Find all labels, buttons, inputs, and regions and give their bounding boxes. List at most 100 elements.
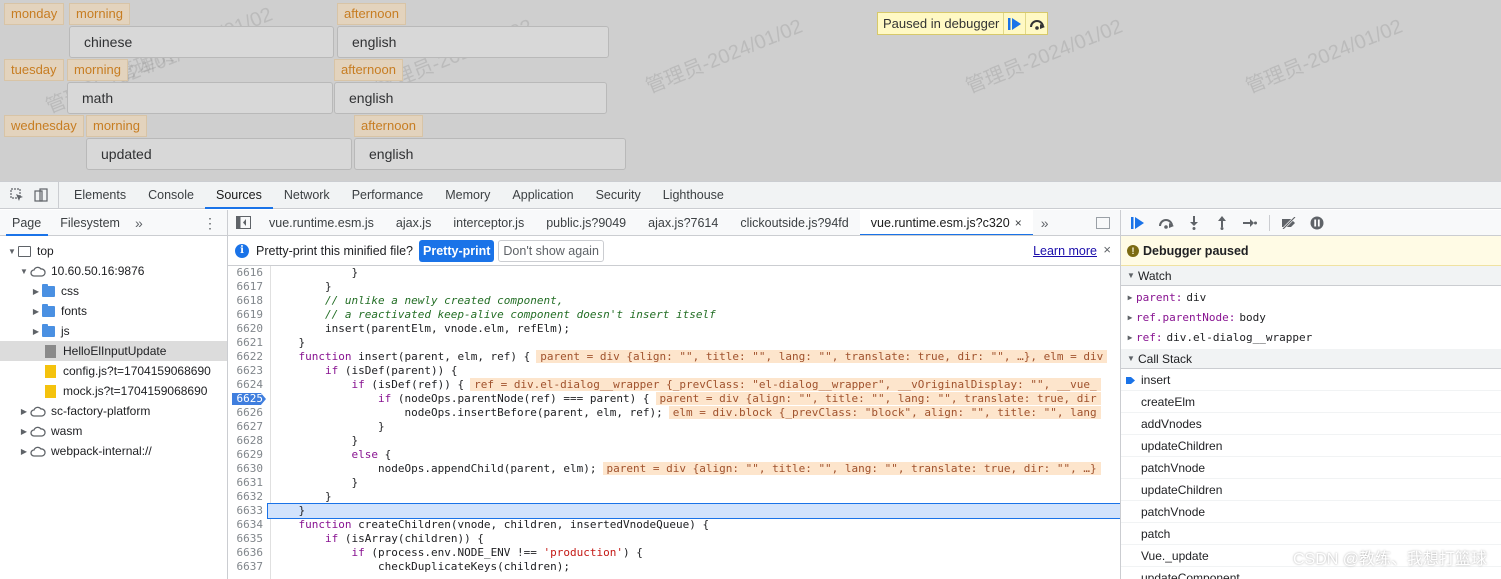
code-line[interactable]: 6627 } [228,420,1120,434]
code-line[interactable]: 6635 if (isArray(children)) { [228,532,1120,546]
line-number[interactable]: 6617 [228,280,268,294]
learn-more-link[interactable]: Learn more [1033,244,1097,258]
file-tab[interactable]: ajax.js [385,210,442,235]
line-number[interactable]: 6628 [228,434,268,448]
file-tab[interactable]: ajax.js?7614 [637,210,729,235]
call-frame[interactable]: addVnodes [1121,413,1501,435]
inspect-element-icon[interactable] [10,188,24,202]
step-over-button[interactable] [1157,214,1175,232]
call-frame[interactable]: updateChildren [1121,479,1501,501]
line-number[interactable]: 6620 [228,322,268,336]
file-tab[interactable]: interceptor.js [442,210,535,235]
line-number[interactable]: 6629 [228,448,268,462]
tree-item-webpack-internal[interactable]: ▶ webpack-internal:// [0,441,227,461]
code-line[interactable]: 6623 if (isDef(parent)) { [228,364,1120,378]
tab-performance[interactable]: Performance [341,182,435,208]
tab-memory[interactable]: Memory [434,182,501,208]
subject-input[interactable]: updated [86,138,352,170]
toggle-navigator-button[interactable] [228,210,258,235]
code-line[interactable]: 6634 function createChildren(vnode, chil… [228,518,1120,532]
tab-security[interactable]: Security [585,182,652,208]
resume-button[interactable] [1129,214,1147,232]
resume-button[interactable] [1003,13,1025,34]
file-tab[interactable]: clickoutside.js?94fd [729,210,859,235]
code-line[interactable]: 6620 insert(parentElm, vnode.elm, refElm… [228,322,1120,336]
line-number[interactable]: 6635 [228,532,268,546]
close-infobar-icon[interactable]: × [1103,242,1111,257]
tree-item-sc-factory-platform[interactable]: ▶ sc-factory-platform [0,401,227,421]
tree-item-css[interactable]: ▶ css [0,281,227,301]
call-frame[interactable]: createElm [1121,391,1501,413]
toggle-debugger-sidebar-icon[interactable] [1096,217,1110,229]
step-into-button[interactable] [1185,214,1203,232]
code-line[interactable]: 6631 } [228,476,1120,490]
tab-elements[interactable]: Elements [63,182,137,208]
line-number[interactable]: 6616 [228,266,268,280]
code-line[interactable]: 6616 } [228,266,1120,280]
tab-lighthouse[interactable]: Lighthouse [652,182,735,208]
step-over-button[interactable] [1025,13,1047,34]
code-line[interactable]: 6632 } [228,490,1120,504]
file-tab[interactable]: vue.runtime.esm.js [258,210,385,235]
tab-console[interactable]: Console [137,182,205,208]
pause-on-exceptions-button[interactable] [1308,214,1326,232]
line-number[interactable]: 6631 [228,476,268,490]
file-tab-active[interactable]: vue.runtime.esm.js?c320 × [859,210,1033,235]
line-number[interactable]: 6621 [228,336,268,350]
subject-input[interactable]: english [354,138,626,170]
code-line[interactable]: 6626 nodeOps.insertBefore(parent, elm, r… [228,406,1120,420]
tab-page[interactable]: Page [0,210,49,236]
subject-input[interactable]: chinese [69,26,334,58]
tree-item-top[interactable]: ▼ top [0,241,227,261]
tree-item-host[interactable]: ▼ 10.60.50.16:9876 [0,261,227,281]
more-file-tabs-button[interactable]: » [1033,210,1057,235]
code-line[interactable]: 6629 else { [228,448,1120,462]
call-frame[interactable]: patchVnode [1121,457,1501,479]
code-line[interactable]: 6630 nodeOps.appendChild(parent, elm); pa… [228,462,1120,476]
code-area[interactable]: 6616 } 6617 } 6618 // unlike a newly creat… [228,266,1120,579]
tree-item-fonts[interactable]: ▶ fonts [0,301,227,321]
line-number[interactable]: 6630 [228,462,268,476]
more-tabs-button[interactable]: » [127,210,151,235]
dont-show-again-button[interactable]: Don't show again [498,239,604,262]
tab-network[interactable]: Network [273,182,341,208]
line-number[interactable]: 6637 [228,560,268,574]
code-line[interactable]: 6622 function insert(parent, elm, ref) {… [228,350,1120,364]
deactivate-breakpoints-button[interactable] [1280,214,1298,232]
code-line[interactable]: 6617 } [228,280,1120,294]
code-line[interactable]: 6618 // unlike a newly created component… [228,294,1120,308]
line-number[interactable]: 6632 [228,490,268,504]
code-line[interactable]: 6621 } [228,336,1120,350]
subject-input[interactable]: english [334,82,607,114]
code-line[interactable]: 6628 } [228,434,1120,448]
call-stack-section-header[interactable]: ▼ Call Stack [1121,349,1501,369]
tree-item-wasm[interactable]: ▶ wasm [0,421,227,441]
line-number[interactable]: 6636 [228,546,268,560]
line-number[interactable]: 6626 [228,406,268,420]
call-frame-current[interactable]: insert [1121,369,1501,391]
code-line[interactable]: 6637 checkDuplicateKeys(children); [228,560,1120,574]
line-number[interactable]: 6618 [228,294,268,308]
watch-section-header[interactable]: ▼ Watch [1121,266,1501,286]
step-out-button[interactable] [1213,214,1231,232]
code-line[interactable]: 6619 // a reactivated keep-alive compone… [228,308,1120,322]
subject-input[interactable]: math [67,82,333,114]
watch-expression[interactable]: ▶ parent: div [1121,287,1501,307]
line-number[interactable]: 6627 [228,420,268,434]
code-line[interactable]: 6636 if (process.env.NODE_ENV !== 'produ… [228,546,1120,560]
tab-sources[interactable]: Sources [204,182,273,209]
call-frame[interactable]: updateChildren [1121,435,1501,457]
line-number[interactable]: 6633 [228,504,268,518]
tree-item-js[interactable]: ▶ js [0,321,227,341]
line-number[interactable]: 6634 [228,518,268,532]
tab-application[interactable]: Application [501,182,584,208]
file-tab[interactable]: public.js?9049 [535,210,637,235]
tree-item-mock-js[interactable]: mock.js?t=1704159068690 [0,381,227,401]
step-button[interactable] [1241,214,1259,232]
subject-input[interactable]: english [337,26,609,58]
breakpoint-line-number[interactable]: 6625 [228,392,268,406]
line-number[interactable]: 6619 [228,308,268,322]
device-toolbar-icon[interactable] [34,188,48,202]
line-number[interactable]: 6624 [228,378,268,392]
line-number[interactable]: 6622 [228,350,268,364]
